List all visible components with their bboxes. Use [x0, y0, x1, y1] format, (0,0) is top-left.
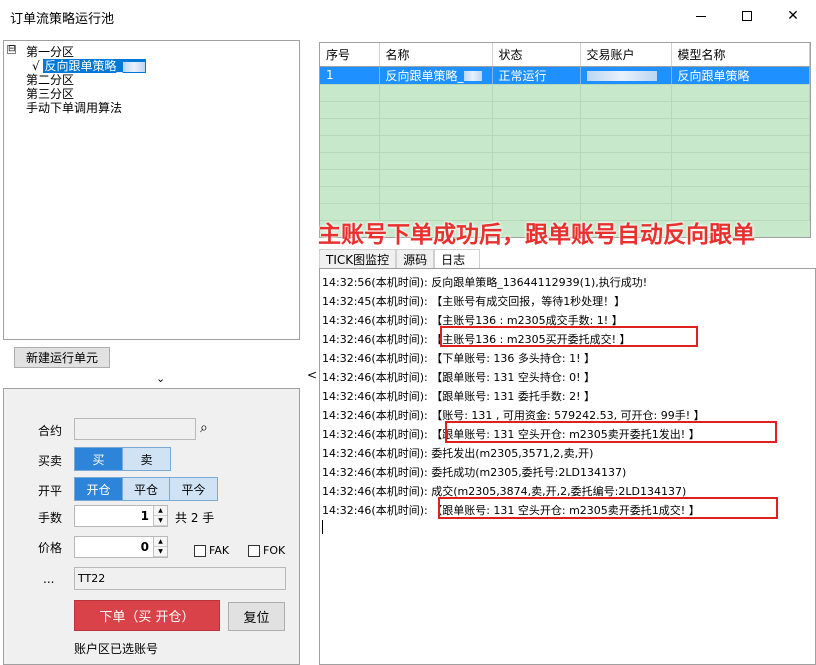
more-label: ...: [43, 572, 55, 586]
reset-button[interactable]: 复位: [228, 602, 285, 631]
cell-account: [580, 66, 672, 85]
highlight-box: [440, 326, 698, 347]
maximize-icon: [742, 11, 752, 21]
title-bar: 订单流策略运行池 ✕: [0, 0, 816, 32]
fak-checkbox[interactable]: FAK: [194, 544, 229, 557]
sell-button[interactable]: 卖: [123, 448, 170, 470]
column-header[interactable]: 名称: [379, 43, 493, 67]
annotation-caption: 主账号下单成功后，跟单账号自动反向跟单: [318, 222, 755, 248]
side-label: 买卖: [38, 454, 63, 468]
fak-box: [194, 544, 206, 557]
place-order-button[interactable]: 下单（买 开仓）: [74, 600, 220, 631]
cell-index: 1: [320, 66, 380, 85]
splitter-arrow-icon[interactable]: <: [307, 368, 317, 382]
table-row: [320, 135, 810, 153]
tab-log[interactable]: 日志: [434, 249, 481, 269]
window-title: 订单流策略运行池: [10, 12, 115, 27]
contract-input[interactable]: [74, 418, 196, 440]
side-toggle: 买 卖: [74, 447, 171, 471]
chevron-down-icon[interactable]: ⌄: [156, 372, 165, 385]
price-spinner[interactable]: ▲ ▼: [153, 537, 167, 557]
column-header[interactable]: 状态: [492, 43, 581, 67]
table-row: [320, 169, 810, 187]
fak-label: FAK: [209, 544, 230, 557]
bottom-tabs: TICK图监控 源码 日志: [319, 249, 481, 269]
table-row: [320, 84, 810, 102]
search-icon[interactable]: ⌕: [200, 420, 208, 436]
collapse-icon[interactable]: ⊟: [7, 45, 16, 54]
buy-button[interactable]: 买: [75, 448, 123, 470]
log-panel[interactable]: 14:32:56(本机时间): 反向跟单策略_13644112939(1),执行…: [319, 268, 816, 665]
fok-label: FOK: [263, 544, 286, 557]
maximize-button[interactable]: [724, 0, 770, 32]
log-line: 14:32:46(本机时间): 委托发出(m2305,3571,2,卖,开): [322, 447, 594, 460]
fok-checkbox[interactable]: FOK: [248, 544, 285, 557]
log-line: 14:32:46(本机时间): 【跟单账号: 131 委托手数: 2! 】: [322, 390, 595, 403]
tab-tick-monitor[interactable]: TICK图监控: [319, 249, 397, 268]
log-line: 14:32:46(本机时间): 委托成功(m2305,委托号:2LD134137…: [322, 466, 627, 479]
close-icon: ✕: [787, 8, 799, 24]
close-position-button[interactable]: 平仓: [123, 478, 170, 500]
close-today-button[interactable]: 平今: [170, 478, 217, 500]
table-row: [320, 101, 810, 119]
strategy-tree[interactable]: ⊟ 第一分区 √ 反向跟单策略_ 第二分区 第三分区 手动下单调用算法: [3, 40, 300, 340]
log-line: 14:32:45(本机时间): 【主账号有成交回报，等待1秒处理！】: [322, 295, 626, 308]
quantity-value: 1: [140, 509, 149, 523]
minimize-button[interactable]: [678, 0, 724, 32]
table-row[interactable]: 1 反向跟单策略_ 正常运行 反向跟单策略: [320, 66, 810, 85]
contract-label: 合约: [38, 424, 63, 438]
cell-model: 反向跟单策略: [671, 66, 810, 85]
log-line: 14:32:46(本机时间): 【跟单账号: 131 空头持仓: 0! 】: [322, 371, 595, 384]
highlight-box: [438, 497, 778, 519]
strategy-grid[interactable]: 序号 名称 状态 交易账户 模型名称 1 反向跟单策略_ 正常运行 反向跟单策略: [319, 42, 811, 238]
text-caret: [322, 520, 323, 534]
fok-box: [248, 544, 260, 557]
minimize-icon: [696, 15, 706, 17]
algorithm-field[interactable]: TT22: [74, 567, 286, 590]
column-header[interactable]: 模型名称: [671, 43, 810, 67]
column-header[interactable]: 交易账户: [580, 43, 672, 67]
open-close-toggle: 开仓 平仓 平今: [74, 477, 218, 501]
close-button[interactable]: ✕: [770, 0, 816, 32]
table-row: [320, 152, 810, 170]
log-line: 14:32:56(本机时间): 反向跟单策略_13644112939(1),执行…: [322, 276, 648, 289]
quantity-spinner[interactable]: ▲ ▼: [153, 506, 167, 526]
highlight-box: [445, 421, 777, 443]
quantity-total: 共 2 手: [175, 511, 215, 525]
open-close-label: 开平: [38, 484, 63, 498]
tab-source[interactable]: 源码: [396, 249, 435, 268]
table-row: [320, 186, 810, 204]
column-header[interactable]: 序号: [320, 43, 380, 67]
open-button[interactable]: 开仓: [75, 478, 123, 500]
cell-name: 反向跟单策略_: [379, 66, 493, 85]
grid-header-row: 序号 名称 状态 交易账户 模型名称: [320, 43, 810, 67]
table-row: [320, 118, 810, 136]
log-line: 14:32:46(本机时间): 【下单账号: 136 多头持仓: 1! 】: [322, 352, 595, 365]
quantity-stepper[interactable]: 1 ▲ ▼: [74, 505, 168, 527]
quantity-label: 手数: [38, 511, 63, 525]
new-run-unit-button[interactable]: 新建运行单元: [14, 347, 110, 368]
price-stepper[interactable]: 0 ▲ ▼: [74, 536, 168, 558]
cell-status: 正常运行: [492, 66, 581, 85]
price-label: 价格: [38, 541, 63, 555]
tree-group-4[interactable]: 手动下单调用算法: [26, 99, 122, 116]
account-note: 账户区已选账号: [74, 642, 159, 656]
price-value: 0: [140, 540, 149, 554]
